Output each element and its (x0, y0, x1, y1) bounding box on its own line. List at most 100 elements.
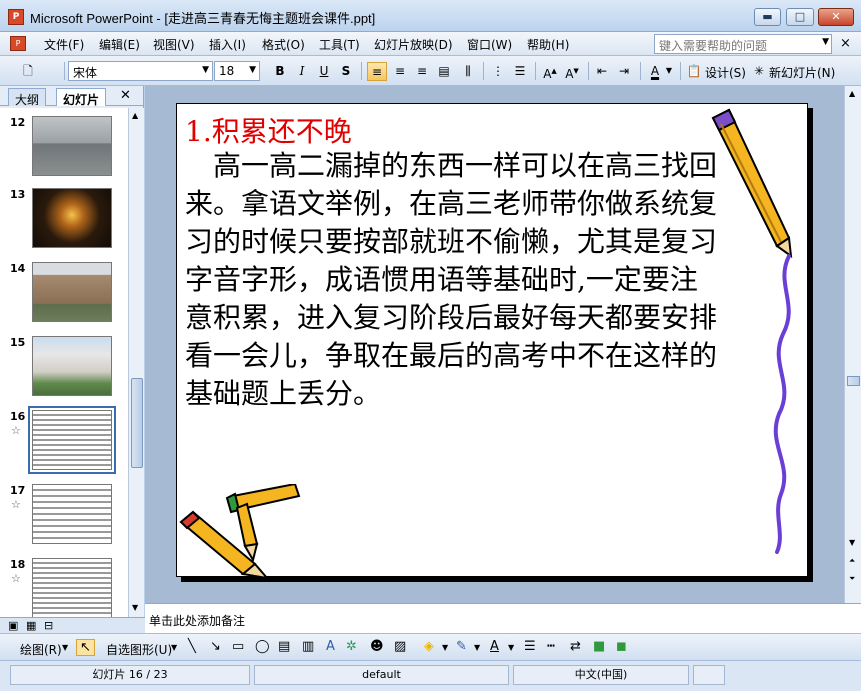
slide-thumbnail-13[interactable]: 13 (0, 180, 128, 250)
menu-tools[interactable]: 工具(T) (319, 36, 360, 53)
font-name-select[interactable]: 宋体 ▼ (68, 61, 213, 81)
numbered-list-icon[interactable]: ⋮ (488, 62, 508, 81)
menu-slideshow[interactable]: 幻灯片放映(D) (374, 36, 453, 53)
bold-button[interactable]: B (270, 62, 290, 81)
slide-sorter-icon[interactable]: ▦ (26, 619, 36, 632)
new-slide-icon[interactable]: ✳ (749, 62, 769, 81)
design-icon[interactable]: 📋 (684, 62, 704, 81)
menu-view[interactable]: 视图(V) (153, 36, 195, 53)
slide-thumbnail-12[interactable]: 12 (0, 108, 128, 178)
menu-window[interactable]: 窗口(W) (467, 36, 512, 53)
tab-outline[interactable]: 大纲 (8, 88, 47, 107)
slide-body-text[interactable]: 高一高二漏掉的东西一样可以在高三找回来。拿语文举例，在高三老师带你做系统复习的时… (185, 147, 725, 413)
select-pointer-icon[interactable]: ↖ (76, 639, 95, 656)
vertical-textbox-icon[interactable]: ▥ (302, 639, 314, 654)
align-right-icon[interactable]: ≡ (412, 62, 432, 81)
scroll-down-icon[interactable]: ▼ (132, 603, 138, 612)
slide-canvas[interactable]: 1.积累还不晚 高一高二漏掉的东西一样可以在高三找回来。拿语文举例，在高三老师带… (176, 103, 808, 579)
previous-slide-icon[interactable]: ⏶ (849, 556, 855, 566)
increase-indent-icon[interactable]: ⇥ (614, 62, 634, 81)
slide-thumbnail-list[interactable]: 12 13 14 15 16 ☆ 17 ☆ 18 ☆ (0, 108, 128, 617)
arrow-style-icon[interactable]: ⇄ (570, 639, 581, 654)
picture-icon[interactable]: ▨ (394, 639, 406, 654)
close-button[interactable]: ✕ (818, 8, 854, 26)
autoshapes-button[interactable]: 自选图形(U) (106, 641, 172, 658)
chevron-down-icon[interactable]: ▼ (508, 643, 514, 652)
document-close-button[interactable]: × (840, 36, 851, 51)
3d-style-icon[interactable]: ◼ (616, 639, 627, 654)
menu-file[interactable]: 文件(F) (44, 36, 84, 53)
chevron-down-icon[interactable]: ▼ (62, 643, 68, 652)
align-center-icon[interactable]: ≡ (390, 62, 410, 81)
arrow-tool-icon[interactable]: ↘ (210, 639, 221, 654)
design-button[interactable]: 设计(S) (705, 64, 746, 81)
close-icon[interactable]: ✕ (120, 88, 131, 103)
notes-pane[interactable]: 单击此处添加备注 (145, 603, 861, 633)
next-slide-icon[interactable]: ⏷ (849, 574, 855, 584)
font-size-select[interactable]: 18 ▼ (214, 61, 260, 81)
textbox-tool-icon[interactable]: ▤ (278, 639, 290, 654)
new-document-icon[interactable]: 🗋 (18, 62, 38, 81)
menu-edit[interactable]: 编辑(E) (99, 36, 140, 53)
slide-thumbnail-16[interactable]: 16 ☆ (0, 402, 128, 474)
font-color-icon[interactable]: A (490, 639, 499, 654)
underline-button[interactable]: U (314, 62, 334, 81)
menu-insert[interactable]: 插入(I) (209, 36, 246, 53)
distribute-icon[interactable]: ▤ (434, 62, 454, 81)
italic-button[interactable]: I (292, 62, 312, 81)
scroll-up-icon[interactable]: ▲ (849, 89, 855, 98)
decrease-indent-icon[interactable]: ⇤ (592, 62, 612, 81)
increase-font-icon[interactable]: A▲ (540, 62, 560, 81)
pencil-clipart-icon[interactable] (707, 108, 797, 258)
notes-placeholder[interactable]: 单击此处添加备注 (149, 612, 245, 629)
slide-scrollbar[interactable]: ▲ ▼ ⏶ ⏷ (844, 86, 861, 603)
help-search-input[interactable]: 键入需要帮助的问题 ▼ (654, 34, 832, 54)
oval-tool-icon[interactable]: ◯ (255, 639, 270, 654)
chevron-down-icon[interactable]: ▼ (664, 62, 674, 81)
slide-thumbnail-17[interactable]: 17 ☆ (0, 476, 128, 546)
chevron-down-icon[interactable]: ▼ (442, 643, 448, 652)
line-style-icon[interactable]: ☰ (524, 639, 536, 654)
chevron-down-icon[interactable]: ▼ (249, 65, 256, 75)
pencils-clipart-icon[interactable] (177, 484, 317, 579)
rectangle-tool-icon[interactable]: ▭ (232, 639, 244, 654)
slideshow-view-icon[interactable]: ⊟ (44, 619, 53, 632)
document-icon[interactable]: P (10, 36, 26, 51)
shadow-style-icon[interactable]: ■ (593, 639, 605, 654)
menu-format[interactable]: 格式(O) (262, 36, 305, 53)
new-slide-button[interactable]: 新幻灯片(N) (769, 64, 835, 81)
fill-color-icon[interactable]: ◈ (424, 639, 434, 654)
slide-thumbnail-18[interactable]: 18 ☆ (0, 550, 128, 617)
wordart-icon[interactable]: A (326, 639, 335, 654)
bullet-list-icon[interactable]: ☰ (510, 62, 530, 81)
slide-heading[interactable]: 1.积累还不晚 (185, 110, 352, 150)
decrease-font-icon[interactable]: A▼ (562, 62, 582, 81)
draw-menu-button[interactable]: 绘图(R) (20, 641, 62, 658)
scroll-up-icon[interactable]: ▲ (132, 111, 138, 120)
align-left-icon[interactable]: ≡ (367, 62, 387, 81)
chevron-down-icon[interactable]: ▼ (474, 643, 480, 652)
dash-style-icon[interactable]: ┅ (547, 639, 555, 654)
thumbnail-scrollbar[interactable]: ▲ ▼ (128, 108, 144, 617)
maximize-button[interactable]: □ (786, 8, 814, 26)
normal-view-icon[interactable]: ▣ (8, 619, 18, 632)
line-color-icon[interactable]: ✎ (456, 639, 467, 654)
slide-thumbnail-15[interactable]: 15 (0, 328, 128, 398)
vertical-text-icon[interactable]: ⫼ (458, 62, 478, 81)
chevron-down-icon[interactable]: ▼ (822, 37, 829, 47)
scrollbar-thumb[interactable] (847, 376, 860, 386)
scrollbar-thumb[interactable] (131, 378, 143, 468)
font-color-icon[interactable]: A (645, 62, 665, 81)
tab-slides[interactable]: 幻灯片 (56, 88, 107, 107)
clipart-icon[interactable]: ☻ (370, 639, 384, 654)
scroll-down-icon[interactable]: ▼ (849, 538, 855, 547)
powerpoint-app-icon[interactable]: P (8, 9, 24, 25)
line-tool-icon[interactable]: ╲ (188, 639, 196, 654)
minimize-button[interactable]: ▬ (754, 8, 781, 26)
slide-thumbnail-14[interactable]: 14 (0, 254, 128, 324)
menu-help[interactable]: 帮助(H) (527, 36, 569, 53)
chevron-down-icon[interactable]: ▼ (202, 65, 209, 75)
diagram-icon[interactable]: ✲ (346, 639, 357, 654)
chevron-down-icon[interactable]: ▼ (171, 643, 177, 652)
shadow-button[interactable]: S (336, 62, 356, 81)
